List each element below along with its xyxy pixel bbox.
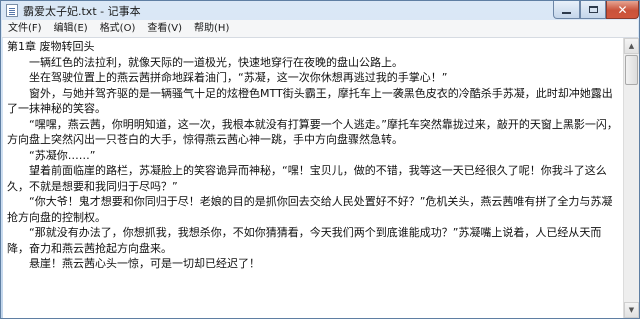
- minimize-icon: [562, 11, 571, 14]
- paragraph: 一辆红色的法拉利，就像天际的一道极光，快速地穿行在夜晚的盘山公路上。: [7, 55, 403, 69]
- paragraph: 望着前面临崖的路栏，苏凝脸上的笑容诡异而神秘，“嘿！宝贝儿，做的不错，我等这一天…: [7, 164, 607, 193]
- paragraph: 窗外，与她并驾齐驱的是一辆骚气十足的炫橙色MTT街头霸王，摩托车上一袭黑色皮衣的…: [7, 86, 613, 116]
- scroll-down-button[interactable]: ▼: [624, 302, 639, 318]
- title-bar[interactable]: 霸爱太子妃.txt - 记事本 ✕: [1, 1, 639, 20]
- paragraph: “你大爷！鬼才想要和你同归于尽！老娘的目的是抓你回去交给人民处置好不好？”危机关…: [7, 195, 613, 224]
- chevron-down-icon: ▼: [628, 306, 635, 314]
- window-title: 霸爱太子妃.txt - 记事本: [23, 5, 141, 18]
- close-icon: ✕: [617, 2, 628, 17]
- paragraph: 悬崖！燕云茜心头一惊，可是一切却已经迟了！: [7, 257, 260, 270]
- minimize-button[interactable]: [553, 1, 580, 19]
- scroll-up-button[interactable]: ▲: [624, 38, 639, 54]
- document-text: 第1章 废物转回头 一辆红色的法拉利，就像天际的一道极光，快速地穿行在夜晚的盘山…: [7, 39, 619, 272]
- maximize-icon: [588, 6, 598, 13]
- close-button[interactable]: ✕: [606, 1, 639, 19]
- notepad-icon: [6, 4, 18, 17]
- text-editor[interactable]: 第1章 废物转回头 一辆红色的法拉利，就像天际的一道极光，快速地穿行在夜晚的盘山…: [3, 38, 623, 318]
- menu-edit[interactable]: 编辑(E): [48, 20, 94, 37]
- paragraph: 坐在驾驶位置上的燕云茜拼命地踩着油门，“苏凝，这一次你休想再逃过我的手掌心！”: [7, 71, 448, 84]
- paragraph: “那就没有办法了，你想抓我，我想杀你，不如你猜猜看，今天我们两个到底谁能成功？”…: [7, 226, 602, 255]
- paragraph: “嘿嘿，燕云茜，你明明知道，这一次，我根本就没有打算要一个人逃走。”摩托车突然靠…: [7, 117, 618, 147]
- scroll-thumb[interactable]: [625, 55, 638, 85]
- paragraph: “苏凝你……”: [7, 148, 96, 162]
- menu-file[interactable]: 文件(F): [2, 20, 48, 37]
- chapter-title: 第1章 废物转回头: [7, 40, 95, 53]
- menu-bar: 文件(F) 编辑(E) 格式(O) 查看(V) 帮助(H): [2, 20, 638, 38]
- menu-format[interactable]: 格式(O): [94, 20, 142, 37]
- maximize-button[interactable]: [580, 1, 606, 19]
- notepad-window: 霸爱太子妃.txt - 记事本 ✕ 文件(F) 编辑(E) 格式(O) 查看(V…: [0, 0, 640, 319]
- chevron-up-icon: ▲: [628, 42, 635, 50]
- vertical-scrollbar[interactable]: ▲ ▼: [623, 38, 639, 318]
- menu-view[interactable]: 查看(V): [141, 20, 188, 37]
- menu-help[interactable]: 帮助(H): [188, 20, 235, 37]
